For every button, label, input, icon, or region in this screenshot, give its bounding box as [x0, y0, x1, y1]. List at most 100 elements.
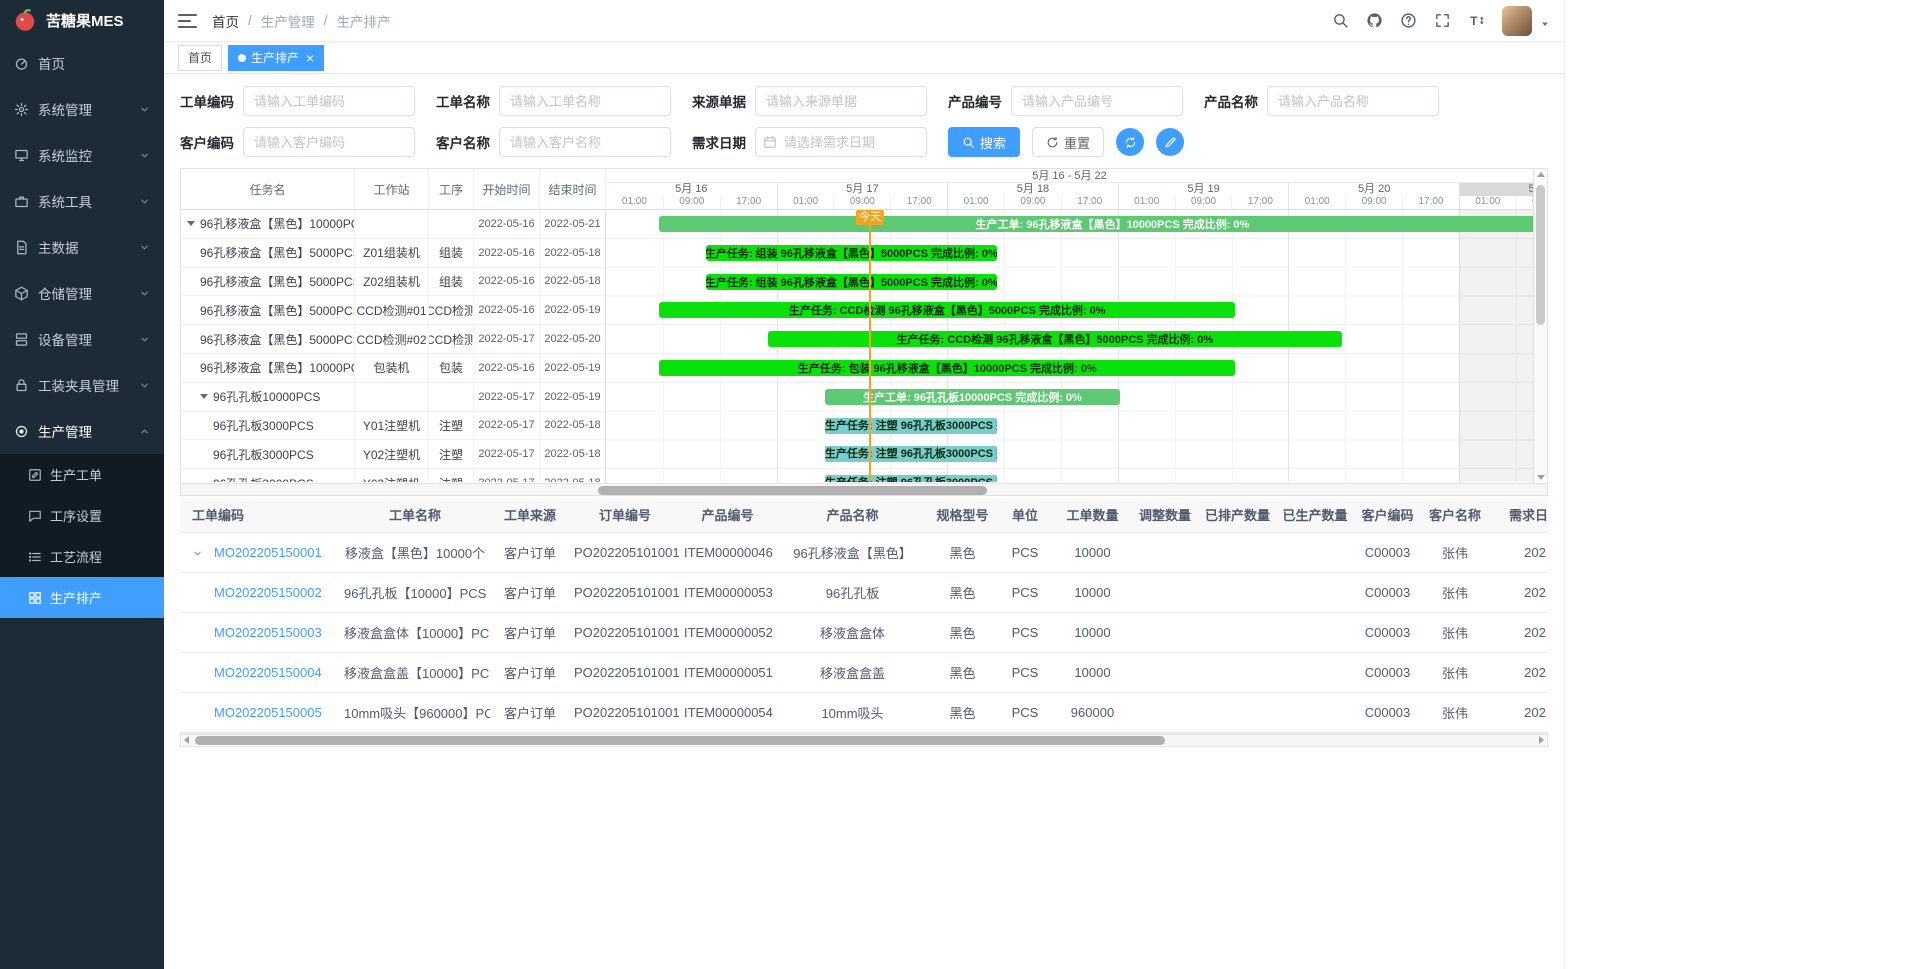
breadcrumb-item[interactable]: 首页	[212, 11, 239, 31]
filter-input-product-name[interactable]	[1267, 86, 1439, 116]
collapse-icon[interactable]	[187, 221, 195, 226]
filter-row-1: 工单编码工单名称来源单据产品编号产品名称	[180, 86, 1548, 116]
task-name-text: 96孔孔板3000PCS	[213, 417, 314, 434]
gantt-bar-task[interactable]: 生产任务: 注塑 96孔孔板3000PCS 完成比例: 0%	[825, 475, 997, 482]
chevron-down-icon	[139, 288, 150, 299]
sidebar-item-system-management[interactable]: 系统管理	[0, 86, 164, 132]
gantt-bar-task[interactable]: 生产任务: 注塑 96孔孔板3000PCS 完成比例: 0%	[825, 418, 997, 434]
scroll-right-icon[interactable]	[1539, 736, 1544, 744]
tab-production-scheduling[interactable]: 生产排产×	[228, 45, 324, 71]
gantt-task-row[interactable]: 96孔孔板3000PCSY02注塑机注塑2022-05-172022-05-18	[181, 440, 605, 469]
gantt-hscroll-thumb[interactable]	[598, 486, 987, 495]
cell-product_name: 移液盒盒体	[775, 612, 930, 652]
refresh-gantt-button[interactable]	[1116, 128, 1144, 156]
filter-field-demand-date: 需求日期	[692, 127, 927, 157]
filter-input-customer-code[interactable]	[243, 127, 415, 157]
gantt-bar-label: 生产任务: 注塑 96孔孔板3000PCS 完成比例: 0%	[825, 446, 997, 462]
filter-input-source-doc[interactable]	[755, 86, 927, 116]
navbar-question-button[interactable]	[1400, 12, 1417, 29]
gantt-task-row[interactable]: 96孔移液盒【黑色】5000PCSCCD检测#01CCD检测2022-05-16…	[181, 296, 605, 325]
chevron-down-icon	[139, 150, 150, 161]
gantt-task-cell	[355, 383, 429, 411]
sidebar-subitem-process-flow[interactable]: 工艺流程	[0, 536, 164, 577]
navbar-font-size-button[interactable]: T	[1468, 12, 1485, 29]
cell-customer_name: 张伟	[1420, 532, 1490, 572]
gantt-bar-task[interactable]: 生产任务: 包装 96孔移液盒【黑色】10000PCS 完成比例: 0%	[659, 360, 1235, 376]
gantt-horizontal-scrollbar[interactable]	[180, 483, 1548, 496]
app-logo[interactable]: 苦糖果MES	[0, 0, 164, 40]
gantt-task-row[interactable]: 96孔移液盒【黑色】10000PCS2022-05-162022-05-21	[181, 210, 605, 239]
sidebar-item-production-management[interactable]: 生产管理	[0, 408, 164, 454]
sidebar-subitem-process-settings[interactable]: 工序设置	[0, 495, 164, 536]
sidebar-toggle-icon[interactable]	[178, 14, 197, 28]
navbar-github-button[interactable]	[1366, 12, 1383, 29]
tab-close-icon[interactable]: ×	[306, 51, 314, 65]
sidebar-subitem-production-scheduling[interactable]: 生产排产	[0, 577, 164, 618]
sidebar-item-equipment-management[interactable]: 设备管理	[0, 316, 164, 362]
gantt-bar-order[interactable]: 生产工单: 96孔移液盒【黑色】10000PCS 完成比例: 0%	[659, 216, 1533, 232]
sidebar-item-system-monitor[interactable]: 系统监控	[0, 132, 164, 178]
work-order-link[interactable]: MO202205150004	[214, 665, 322, 680]
row-expand-icon[interactable]	[192, 548, 214, 559]
gantt-task-row[interactable]: 96孔孔板10000PCS2022-05-172022-05-19	[181, 383, 605, 412]
sidebar-subitem-work-order[interactable]: 生产工单	[0, 454, 164, 495]
gantt-bar-task[interactable]: 生产任务: 注塑 96孔孔板3000PCS 完成比例: 0%	[825, 446, 997, 462]
sidebar-item-master-data[interactable]: 主数据	[0, 224, 164, 270]
filter-input-product-code[interactable]	[1011, 86, 1183, 116]
navbar-fullscreen-button[interactable]	[1434, 12, 1451, 29]
navbar-search-button[interactable]	[1332, 12, 1349, 29]
navbar-right: T	[1332, 6, 1550, 36]
table-horizontal-scrollbar[interactable]	[180, 734, 1548, 747]
gantt-hour-header: 09:00	[1004, 196, 1061, 209]
collapse-icon[interactable]	[200, 394, 208, 399]
sidebar-item-warehouse-management[interactable]: 仓储管理	[0, 270, 164, 316]
gantt-task-row[interactable]: 96孔移液盒【黑色】10000PCS包装机包装2022-05-162022-05…	[181, 354, 605, 383]
gantt-task-name: 96孔移液盒【黑色】5000PCS	[181, 268, 355, 296]
breadcrumb-item[interactable]: 生产管理	[261, 11, 315, 31]
work-order-link[interactable]: MO202205150005	[214, 705, 322, 720]
gantt-vertical-scrollbar[interactable]	[1533, 169, 1547, 483]
filter-field-work-order-code: 工单编码	[180, 86, 415, 116]
gantt-vscroll-thumb[interactable]	[1536, 185, 1545, 325]
user-avatar[interactable]	[1502, 6, 1532, 36]
gantt-bar-task[interactable]: 生产任务: 组装 96孔移液盒【黑色】5000PCS 完成比例: 0%	[706, 245, 997, 261]
gantt-hour-header: 01:00	[1459, 196, 1516, 209]
work-order-link[interactable]: MO202205150003	[214, 625, 322, 640]
avatar-caret-icon[interactable]	[1540, 19, 1550, 32]
fixture-icon	[14, 378, 29, 393]
filter-input-work-order-name[interactable]	[499, 86, 671, 116]
scroll-up-icon[interactable]	[1537, 172, 1545, 177]
gantt-task-row[interactable]: 96孔移液盒【黑色】5000PCSZ01组装机组装2022-05-162022-…	[181, 239, 605, 268]
gear-icon	[14, 102, 29, 117]
gantt-bar-task[interactable]: 生产任务: 组装 96孔移液盒【黑色】5000PCS 完成比例: 0%	[706, 274, 997, 290]
work-order-link[interactable]: MO202205150002	[214, 585, 322, 600]
search-button[interactable]: 搜索	[948, 127, 1020, 157]
scroll-left-icon[interactable]	[184, 736, 189, 744]
gantt-task-row[interactable]: 96孔孔板3000PCSY03注塑机注塑2022-05-172022-05-18	[181, 469, 605, 482]
chevron-down-icon	[139, 104, 150, 115]
sidebar-item-system-tools[interactable]: 系统工具	[0, 178, 164, 224]
gantt-task-row[interactable]: 96孔孔板3000PCSY01注塑机注塑2022-05-172022-05-18	[181, 412, 605, 441]
cell-spec: 黑色	[930, 612, 995, 652]
gantt-task-row[interactable]: 96孔移液盒【黑色】5000PCSZ02组装机组装2022-05-162022-…	[181, 268, 605, 297]
table-header-row: 工单编码工单名称工单来源订单编号产品编号产品名称规格型号单位工单数量调整数量已排…	[180, 498, 1548, 532]
cell-code: MO202205150001	[180, 532, 340, 572]
scroll-down-icon[interactable]	[1537, 475, 1545, 480]
filter-input-demand-date[interactable]	[755, 127, 927, 157]
edit-button[interactable]	[1156, 128, 1184, 156]
work-order-link[interactable]: MO202205150001	[214, 545, 322, 560]
sidebar-item-home[interactable]: 首页	[0, 40, 164, 86]
tab-home[interactable]: 首页	[178, 45, 222, 71]
table-hscroll-thumb[interactable]	[195, 736, 1165, 745]
gantt-bar-task[interactable]: 生产任务: CCD检测 96孔移液盒【黑色】5000PCS 完成比例: 0%	[768, 331, 1342, 347]
sidebar-item-fixture-management[interactable]: 工装夹具管理	[0, 362, 164, 408]
gantt-hour-header: 09:00	[1345, 196, 1402, 209]
reset-button[interactable]: 重置	[1032, 127, 1104, 157]
gantt-task-cell: 2022-05-21	[540, 210, 605, 238]
cell-adjust_qty	[1130, 572, 1200, 612]
filter-input-work-order-code[interactable]	[243, 86, 415, 116]
gantt-task-row[interactable]: 96孔移液盒【黑色】5000PCSCCD检测#02CCD检测2022-05-17…	[181, 325, 605, 354]
cell-scheduled_qty	[1200, 652, 1275, 692]
gantt-bar-task[interactable]: 生产任务: CCD检测 96孔移液盒【黑色】5000PCS 完成比例: 0%	[659, 302, 1235, 318]
filter-input-customer-name[interactable]	[499, 127, 671, 157]
